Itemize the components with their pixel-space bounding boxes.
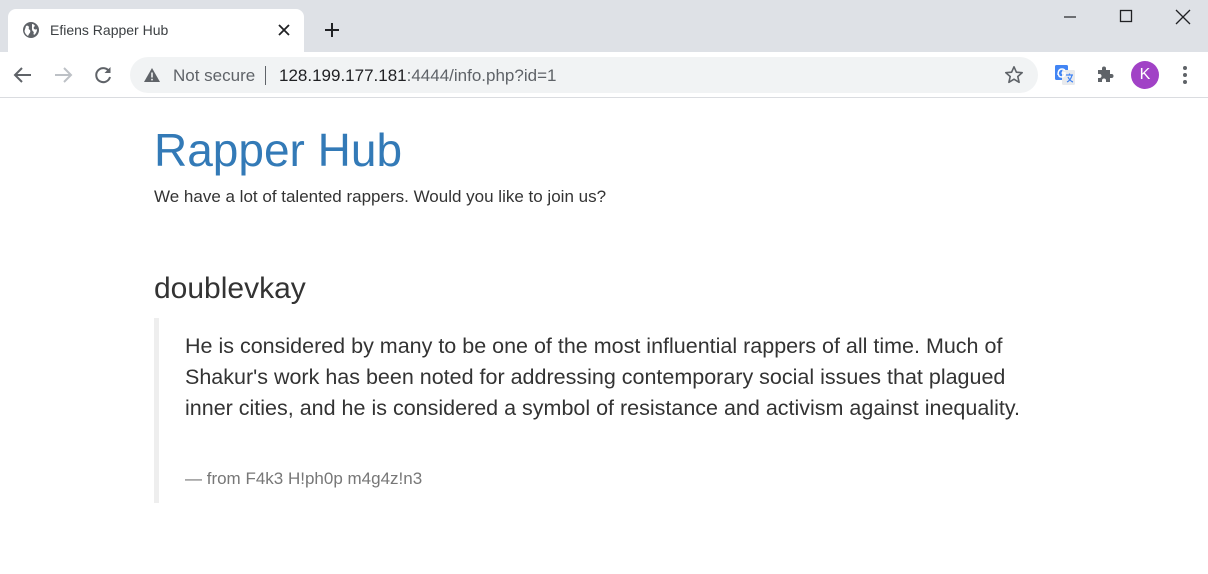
url-text[interactable]: 128.199.177.181:4444/info.php?id=1 <box>279 66 556 86</box>
profile-avatar[interactable]: K <box>1131 61 1159 89</box>
arrow-left-icon[interactable] <box>12 64 34 86</box>
address-bar[interactable]: Not secure 128.199.177.181:4444/info.php… <box>130 57 1038 93</box>
rapper-quote: He is considered by many to be one of th… <box>154 318 1034 503</box>
globe-icon <box>23 22 39 38</box>
page-content: Rapper Hub We have a lot of talented rap… <box>0 98 1208 574</box>
window-close-icon[interactable] <box>1174 8 1192 26</box>
star-icon[interactable] <box>1004 65 1024 85</box>
site-title: Rapper Hub <box>154 124 403 176</box>
plus-icon[interactable] <box>322 20 342 40</box>
browser-tab[interactable]: Efiens Rapper Hub <box>8 9 304 52</box>
omnibox-divider <box>265 66 266 85</box>
puzzle-icon[interactable] <box>1094 64 1116 86</box>
arrow-right-icon[interactable] <box>52 64 74 86</box>
site-tagline: We have a lot of talented rappers. Would… <box>154 187 607 206</box>
minimize-icon[interactable] <box>1062 8 1078 24</box>
browser-toolbar: Not secure 128.199.177.181:4444/info.php… <box>0 52 1208 98</box>
tab-strip: Efiens Rapper Hub <box>0 0 1208 52</box>
maximize-icon[interactable] <box>1118 8 1134 24</box>
quote-source: — from F4k3 H!ph0p m4g4z!n3 <box>185 469 423 488</box>
rapper-name: doublevkay <box>154 272 306 305</box>
google-translate-icon[interactable] <box>1054 64 1076 86</box>
quote-text: He is considered by many to be one of th… <box>185 334 1020 420</box>
tab-title: Efiens Rapper Hub <box>50 22 169 38</box>
security-label[interactable]: Not secure <box>173 66 255 86</box>
warning-icon[interactable] <box>143 67 161 83</box>
reload-icon[interactable] <box>92 64 114 86</box>
url-path: :4444/info.php?id=1 <box>406 66 557 85</box>
kebab-menu-icon[interactable] <box>1176 64 1194 86</box>
close-icon[interactable] <box>276 22 292 38</box>
url-host: 128.199.177.181 <box>279 66 407 85</box>
